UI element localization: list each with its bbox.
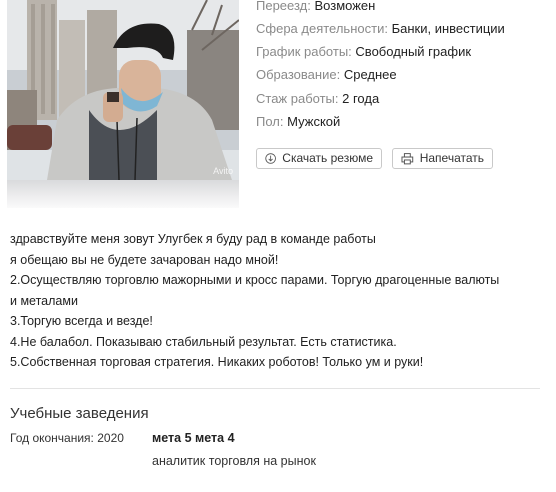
education-section-title: Учебные заведения: [10, 405, 149, 422]
section-divider: [10, 388, 540, 389]
detail-value: Свободный график: [355, 44, 472, 59]
download-resume-button[interactable]: Скачать резюме: [256, 148, 382, 169]
education-specialty: аналитик торговля на рынок: [152, 454, 316, 468]
download-icon: [265, 153, 276, 164]
profile-photo-container: Avito: [7, 0, 239, 208]
print-button[interactable]: Напечатать: [392, 148, 493, 169]
detail-value: Среднее: [343, 67, 397, 82]
detail-label: Образование:: [256, 67, 341, 82]
detail-label: Пол:: [256, 114, 284, 129]
description-line: 4.Не балабол. Показываю стабильный резул…: [10, 334, 397, 349]
download-resume-label: Скачать резюме: [282, 151, 373, 165]
detail-field-of-activity: Сфера деятельности: Банки, инвестиции: [256, 21, 505, 37]
profile-photo[interactable]: Avito: [7, 0, 239, 180]
detail-gender: Пол: Мужской: [256, 114, 340, 130]
detail-value: Мужской: [287, 114, 341, 129]
education-graduation-year: Год окончания: 2020: [10, 431, 124, 445]
detail-label: Переезд:: [256, 0, 311, 13]
education-institution: мета 5 мета 4: [152, 431, 235, 445]
detail-label: Сфера деятельности:: [256, 21, 388, 36]
description-line: 5.Собственная торговая стратегия. Никаки…: [10, 355, 424, 369]
detail-education: Образование: Среднее: [256, 67, 397, 83]
description-line: я обещаю вы не будете зачарован надо мно…: [10, 252, 279, 267]
detail-experience: Стаж работы: 2 года: [256, 91, 379, 107]
print-label: Напечатать: [419, 151, 484, 165]
printer-icon: [401, 153, 414, 165]
photo-blur-strip: [7, 180, 239, 208]
resume-description: здравствуйте меня зовут Улугбек я буду р…: [10, 229, 540, 373]
photo-watermark: Avito: [213, 166, 233, 176]
detail-relocation: Переезд: Возможен: [256, 0, 375, 14]
detail-value: 2 года: [342, 91, 380, 106]
profile-photo-image: [7, 0, 239, 180]
description-line: 2.Осуществляю торговлю мажорными и кросс…: [10, 273, 500, 287]
description-line: здравствуйте меня зовут Улугбек я буду р…: [10, 232, 376, 246]
detail-label: Стаж работы:: [256, 91, 339, 106]
detail-schedule: График работы: Свободный график: [256, 44, 471, 60]
detail-label: График работы:: [256, 44, 352, 59]
description-line: 3.Торгую всегда и везде!: [10, 314, 153, 328]
description-line: и металами: [10, 293, 78, 308]
detail-value: Возможен: [314, 0, 376, 13]
detail-value: Банки, инвестиции: [391, 21, 505, 36]
